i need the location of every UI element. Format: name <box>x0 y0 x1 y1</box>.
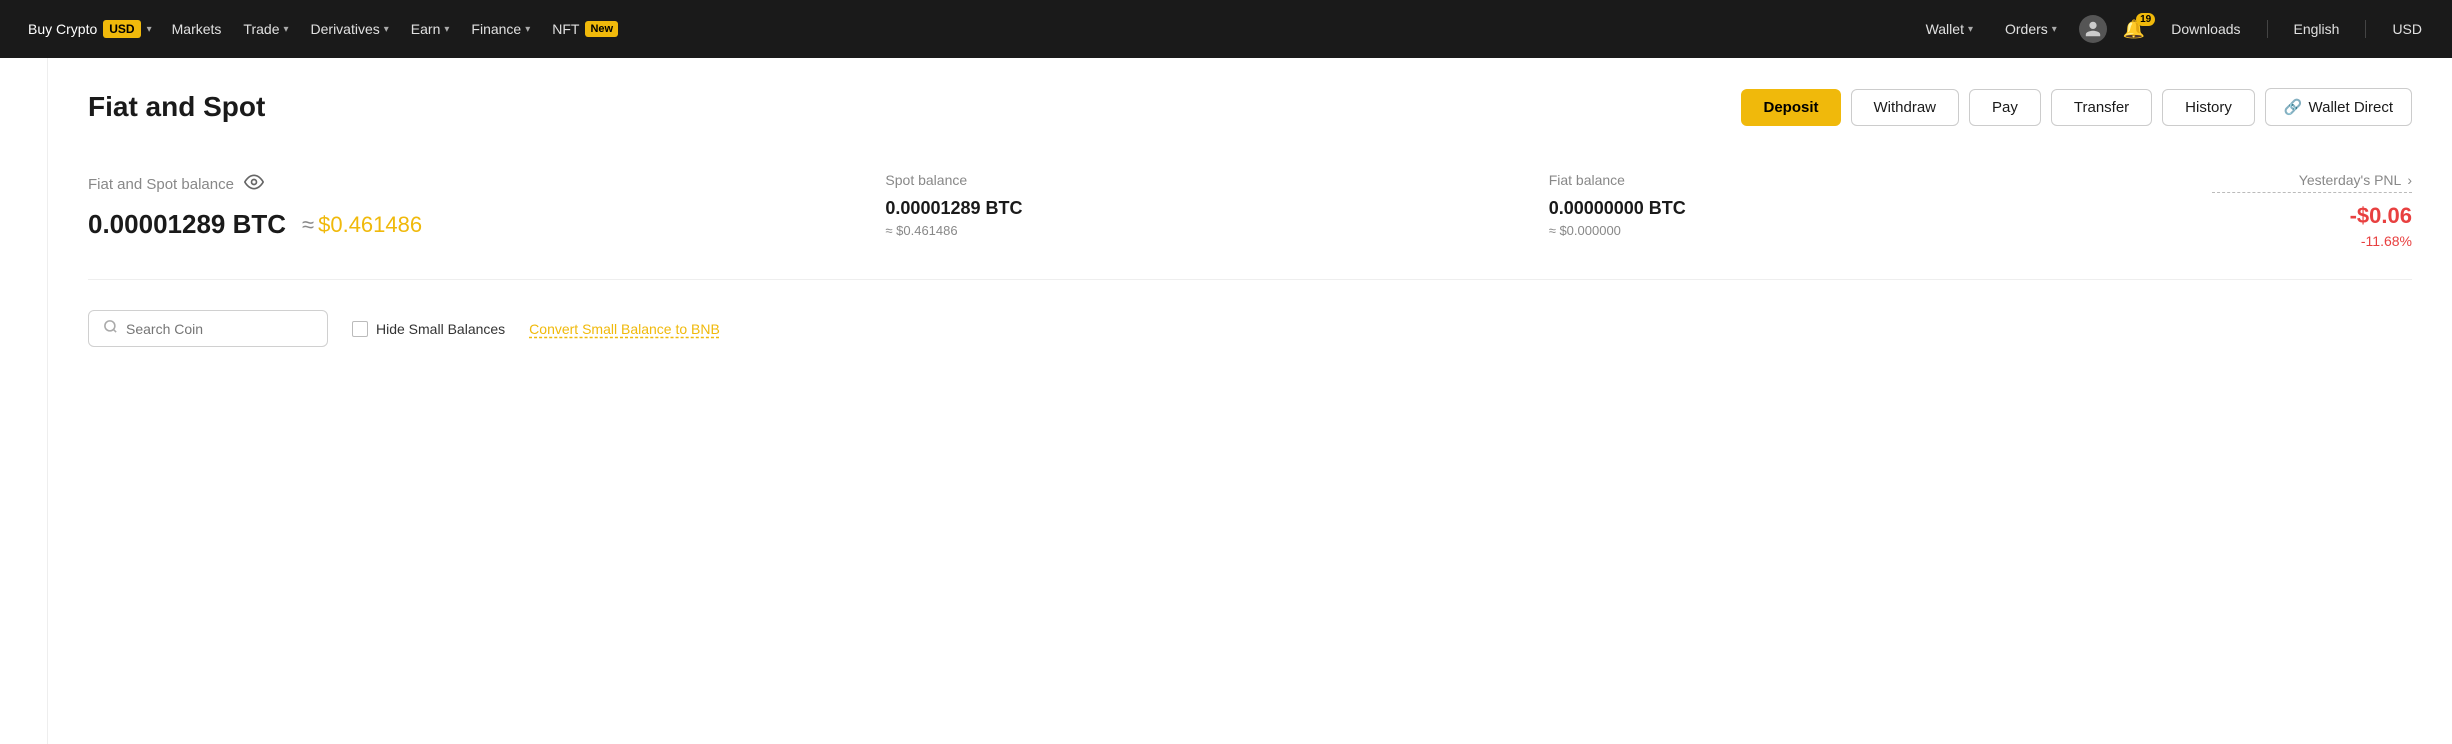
pnl-chevron-icon[interactable]: › <box>2407 172 2412 188</box>
finance-nav[interactable]: Finance ▾ <box>461 15 540 43</box>
language-nav[interactable]: English <box>2284 15 2350 43</box>
nav-divider <box>2267 20 2268 38</box>
wallet-chevron: ▾ <box>1968 24 1973 35</box>
earn-nav[interactable]: Earn ▾ <box>401 15 460 43</box>
toggle-visibility-icon[interactable] <box>244 172 264 197</box>
downloads-nav[interactable]: Downloads <box>2161 15 2250 43</box>
buy-crypto-label: Buy Crypto <box>28 21 97 37</box>
derivatives-chevron: ▾ <box>384 24 389 35</box>
convert-small-balance-link[interactable]: Convert Small Balance to BNB <box>529 321 720 337</box>
currency-nav[interactable]: USD <box>2382 15 2432 43</box>
derivatives-nav[interactable]: Derivatives ▾ <box>301 15 399 43</box>
withdraw-button[interactable]: Withdraw <box>1851 89 1960 126</box>
page-title: Fiat and Spot <box>88 91 265 123</box>
spot-balance-btc: 0.00001289 BTC <box>885 198 1085 219</box>
deposit-button[interactable]: Deposit <box>1741 89 1840 126</box>
notification-count: 19 <box>2136 13 2155 26</box>
orders-chevron: ▾ <box>2052 24 2057 35</box>
balance-left: Fiat and Spot balance 0.00001289 BTC ≈$0… <box>88 172 422 240</box>
search-icon <box>103 319 118 338</box>
action-buttons: Deposit Withdraw Pay Transfer History 🔗 … <box>1741 88 2412 126</box>
top-navigation: Buy Crypto USD ▾ Markets Trade ▾ Derivat… <box>0 0 2452 58</box>
spot-balance-col: Spot balance 0.00001289 BTC ≈ $0.461486 <box>885 172 1085 238</box>
content-area: Fiat and Spot Deposit Withdraw Pay Trans… <box>48 58 2452 744</box>
fiat-balance-col: Fiat balance 0.00000000 BTC ≈ $0.000000 <box>1549 172 1749 238</box>
nav-divider-2 <box>2365 20 2366 38</box>
pay-button[interactable]: Pay <box>1969 89 2041 126</box>
buy-crypto-button[interactable]: Buy Crypto USD ▾ <box>20 14 160 44</box>
orders-nav[interactable]: Orders ▾ <box>1995 15 2067 43</box>
transfer-button[interactable]: Transfer <box>2051 89 2152 126</box>
trade-chevron: ▾ <box>283 24 288 35</box>
hide-small-balances-checkbox[interactable] <box>352 321 368 337</box>
pnl-value: -$0.06 <box>2212 203 2412 229</box>
hide-small-balances-toggle[interactable]: Hide Small Balances <box>352 321 505 337</box>
fiat-balance-label: Fiat balance <box>1549 172 1749 188</box>
approx-symbol: ≈ <box>302 212 314 237</box>
sidebar <box>0 58 48 744</box>
pnl-label: Yesterday's PNL › <box>2212 172 2412 193</box>
nft-nav[interactable]: NFT New <box>542 15 628 43</box>
hide-small-balances-label: Hide Small Balances <box>376 321 505 337</box>
total-balance-btc: 0.00001289 BTC <box>88 209 286 240</box>
spot-balance-usd: ≈ $0.461486 <box>885 223 1085 238</box>
trade-nav[interactable]: Trade ▾ <box>233 15 298 43</box>
notifications-button[interactable]: 🔔 19 <box>2119 15 2149 44</box>
earn-chevron: ▾ <box>444 24 449 35</box>
buy-crypto-chevron: ▾ <box>147 24 152 35</box>
fiat-balance-usd: ≈ $0.000000 <box>1549 223 1749 238</box>
search-input[interactable] <box>126 321 313 337</box>
usd-badge: USD <box>103 20 140 38</box>
nft-badge: New <box>585 21 618 37</box>
spot-balance-label: Spot balance <box>885 172 1085 188</box>
balance-section: Fiat and Spot balance 0.00001289 BTC ≈$0… <box>88 162 2412 280</box>
link-icon: 🔗 <box>2284 98 2303 116</box>
search-box <box>88 310 328 347</box>
pnl-percent: -11.68% <box>2212 233 2412 249</box>
user-avatar[interactable] <box>2079 15 2107 43</box>
total-balance-usd: ≈$0.461486 <box>302 212 422 238</box>
fiat-balance-btc: 0.00000000 BTC <box>1549 198 1749 219</box>
main-wrapper: Fiat and Spot Deposit Withdraw Pay Trans… <box>0 58 2452 744</box>
history-button[interactable]: History <box>2162 89 2255 126</box>
pnl-col: Yesterday's PNL › -$0.06 -11.68% <box>2212 172 2412 249</box>
balance-label: Fiat and Spot balance <box>88 172 422 197</box>
search-filter-row: Hide Small Balances Convert Small Balanc… <box>88 310 2412 347</box>
finance-chevron: ▾ <box>525 24 530 35</box>
page-header: Fiat and Spot Deposit Withdraw Pay Trans… <box>88 88 2412 126</box>
wallet-direct-button[interactable]: 🔗 Wallet Direct <box>2265 88 2412 126</box>
wallet-nav[interactable]: Wallet ▾ <box>1916 15 1983 43</box>
markets-nav[interactable]: Markets <box>162 15 232 43</box>
balance-main: 0.00001289 BTC ≈$0.461486 <box>88 209 422 240</box>
